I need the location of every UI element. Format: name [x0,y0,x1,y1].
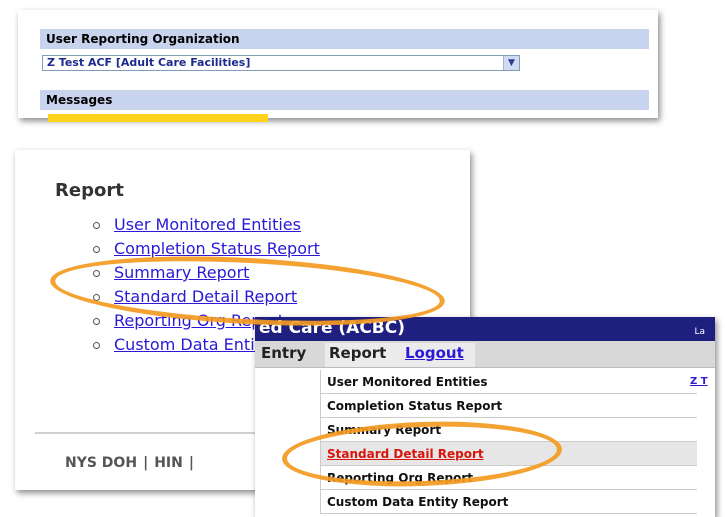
organization-select-value: Z Test ACF [Adult Care Facilities] [47,56,251,69]
bullet-icon [93,294,100,301]
dropdown-item-summary-report[interactable]: Summary Report [321,418,697,442]
title-right-text: La [694,327,705,337]
hin-link[interactable]: HIN [154,455,183,471]
dropdown-item-completion-status-report[interactable]: Completion Status Report [321,394,697,418]
report-dropdown-menu: User Monitored Entities Completion Statu… [320,370,697,514]
list-item: Summary Report [93,261,329,285]
report-dropdown-panel: ed Care (ACBC) La Entry Report Logout Us… [255,317,715,517]
bullet-icon [93,246,100,253]
menu-logout[interactable]: Logout [405,344,464,362]
standard-detail-report-label[interactable]: Standard Detail Report [327,447,484,461]
dropdown-item-standard-detail-report[interactable]: Standard Detail Report [321,442,697,466]
dropdown-arrow-icon[interactable]: ▼ [503,56,519,70]
organization-select[interactable]: Z Test ACF [Adult Care Facilities] ▼ [42,55,520,71]
bullet-icon [93,222,100,229]
org-section-header: User Reporting Organization [40,29,649,49]
dropdown-item-user-monitored-entities[interactable]: User Monitored Entities [321,370,697,394]
dropdown-item-reporting-org-report[interactable]: Reporting Org Report [321,466,697,490]
user-monitored-entities-link[interactable]: User Monitored Entities [114,215,301,234]
app-title-bar: ed Care (ACBC) La [255,317,715,341]
bullet-icon [93,270,100,277]
list-item: Completion Status Report [93,237,329,261]
dropdown-item-custom-data-entity-report[interactable]: Custom Data Entity Report [321,490,697,514]
menu-report[interactable]: Report [329,344,386,362]
app-title: ed Care (ACBC) [259,318,406,338]
completion-status-report-link[interactable]: Completion Status Report [114,239,320,258]
nys-doh-link[interactable]: NYS DOH [65,455,137,471]
main-menu-bar: Entry Report Logout [255,341,715,368]
message-highlight-strip [48,114,268,122]
summary-report-link[interactable]: Summary Report [114,263,249,282]
side-link-fragment[interactable]: Z T [690,376,708,387]
bullet-icon [93,318,100,325]
bullet-icon [93,342,100,349]
messages-section-header: Messages [40,90,649,110]
organization-panel: User Reporting Organization Z Test ACF [… [18,10,658,122]
standard-detail-report-link[interactable]: Standard Detail Report [114,287,297,306]
footer-links: NYS DOH | HIN | [65,455,194,471]
menu-entry[interactable]: Entry [261,344,306,362]
report-heading: Report [55,180,124,201]
list-item: User Monitored Entities [93,213,329,237]
list-item: Standard Detail Report [93,285,329,309]
